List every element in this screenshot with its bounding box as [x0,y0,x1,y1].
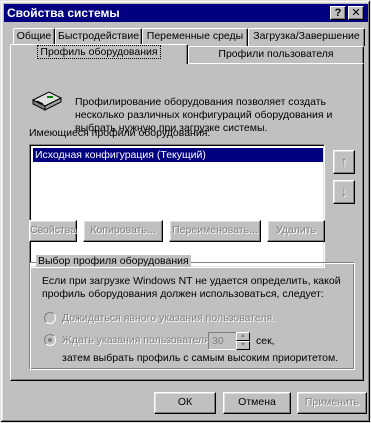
copy-button[interactable]: Копировать... [83,220,163,242]
tab-label: Общие [16,30,52,42]
tab-label: Профили пользователя [218,48,334,60]
help-button[interactable]: ? [330,6,346,20]
tab-label: Загрузка/Завершение [253,30,360,42]
arrow-down-icon: ↓ [340,183,348,199]
delete-button[interactable]: Удалить [267,220,325,242]
profiles-listbox[interactable]: Исходная конфигурация (Текущий) [29,144,325,268]
title-bar: Свойства системы ? ✕ [4,4,368,22]
tab-startup-shutdown[interactable]: Загрузка/Завершение [248,28,365,46]
radio-wait-label: Дожидаться явного указания пользователя. [62,312,276,324]
properties-button[interactable]: Свойства [29,220,77,242]
timeout-spinner[interactable]: ▲ ▼ [236,332,250,350]
list-item[interactable]: Исходная конфигурация (Текущий) [33,148,323,162]
rename-button[interactable]: Переименовать... [169,220,261,242]
window-title: Свойства системы [7,6,120,20]
system-properties-window: Свойства системы ? ✕ Общие Быстродействи… [0,0,371,423]
apply-button[interactable]: Применить [297,392,367,414]
timeout-tail: затем выбрать профиль с самым высоким пр… [62,352,339,364]
profile-selection-group: Выбор профиля оборудования Если при загр… [29,255,355,370]
group-title: Выбор профиля оборудования [36,255,191,267]
cancel-button[interactable]: Отмена [223,392,291,414]
spin-up-icon[interactable]: ▲ [236,332,250,341]
radio-wait-for-user[interactable] [44,312,56,324]
close-button[interactable]: ✕ [348,6,364,20]
timeout-unit: сек, [256,335,275,347]
computer-icon [31,86,63,114]
radio-timeout[interactable] [44,334,56,346]
tab-user-profiles[interactable]: Профили пользователя [188,46,364,64]
radio-timeout-label: Ждать указания пользователя [62,334,210,346]
tab-hardware-profiles[interactable]: Профиль оборудования [10,44,188,64]
tab-label: Профиль оборудования [37,45,161,59]
tab-label: Быстродействие [57,30,140,42]
hardware-profiles-panel: Профилирование оборудования позволяет со… [10,63,364,381]
ok-button[interactable]: ОК [154,392,216,414]
tab-label: Переменные среды [146,30,244,42]
move-down-button[interactable]: ↓ [333,180,355,204]
profiles-list-label: Имеющиеся профили оборудования: [29,127,211,139]
spin-down-icon[interactable]: ▼ [236,341,250,350]
arrow-up-icon: ↑ [340,153,348,169]
selection-intro: Если при загрузке Windows NT не удается … [42,275,341,300]
move-up-button[interactable]: ↑ [333,150,355,174]
